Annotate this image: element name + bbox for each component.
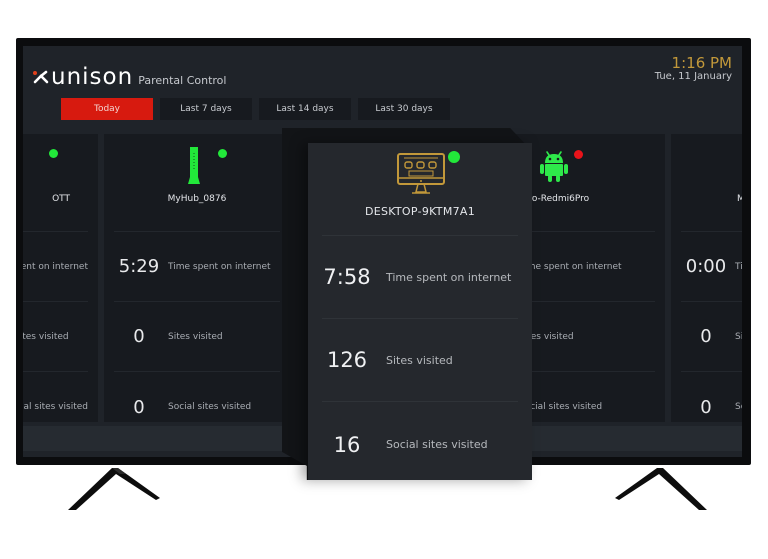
stat-value: 7:58 [323, 265, 371, 289]
stat-value: 0 [700, 326, 712, 347]
stat-label: Social sites visited [168, 402, 252, 412]
device-name: M [737, 194, 742, 204]
stat-time-spent: 0:00 Ti [681, 232, 742, 302]
device-card-myhub[interactable]: MyHub_0876 5:29 Time spent on internet 0… [104, 134, 290, 422]
android-icon [540, 151, 568, 182]
clock-date: Tue, 11 January [654, 71, 732, 82]
logo-container: unison Parental Control [32, 64, 226, 90]
device-name: OTT [52, 194, 70, 204]
brand-name: unison [51, 64, 134, 90]
stat-label: So [735, 402, 742, 412]
date-range-tabs: Today Last 7 days Last 14 days Last 30 d… [61, 98, 450, 120]
logo-x-mark-icon [33, 70, 49, 84]
clock-time: 1:16 PM [671, 54, 732, 72]
status-online-dot [49, 149, 58, 158]
stat-value: 0 [133, 396, 145, 418]
popup-header: DESKTOP-9KTM7A1 [322, 143, 518, 236]
stat-sites-visited: Sites visited [23, 302, 88, 372]
device-card-ott[interactable]: OTT Time spent on internet Sites visited… [23, 134, 98, 422]
stat-label: Sites visited [23, 331, 69, 342]
status-online-dot [218, 149, 227, 158]
stat-sites-visited: 0 Si [681, 302, 742, 372]
stat-time-spent: Time spent on internet [23, 232, 88, 302]
stat-label: Si [735, 331, 742, 342]
stat-value: 0:00 [685, 256, 727, 277]
stat-label: Ti [735, 261, 742, 272]
stat-label: Time spent on internet [23, 261, 88, 272]
tv-stand-right [615, 468, 707, 510]
stat-label: Social sites visited [386, 438, 488, 451]
stat-label: Sites visited [168, 331, 223, 342]
stat-value: 0 [133, 326, 145, 347]
status-offline-dot [574, 150, 583, 159]
stat-value: 126 [326, 348, 368, 372]
device-card-m[interactable]: M 0:00 Ti 0 Si 0 So [671, 134, 742, 422]
tv-stand-left [68, 468, 160, 510]
stat-time-spent: 5:29 Time spent on internet [114, 232, 280, 302]
stat-value: 0 [700, 396, 712, 418]
stat-social-sites: 16 Social sites visited [322, 402, 518, 487]
stat-label: Time spent on internet [386, 270, 512, 284]
status-online-dot [448, 151, 460, 163]
router-icon [188, 147, 200, 184]
stat-label: Sites visited [386, 353, 453, 367]
clock: 1:16 PM Tue, 11 January [655, 54, 732, 82]
tab-last-30-days[interactable]: Last 30 days [358, 98, 450, 120]
stat-label: Social sites visited [23, 402, 88, 412]
device-card-header: M [681, 134, 742, 232]
stat-value: 5:29 [118, 256, 160, 277]
stat-value: 16 [333, 432, 361, 457]
device-card-header: MyHub_0876 [114, 134, 280, 232]
device-card-header: OTT [23, 134, 88, 232]
stat-sites-visited: 126 Sites visited [322, 319, 518, 402]
device-name: MyHub_0876 [167, 194, 227, 204]
app-subtitle: Parental Control [138, 74, 227, 87]
desktop-icon [397, 153, 445, 194]
stat-sites-visited: 0 Sites visited [114, 302, 280, 372]
device-name: DESKTOP-9KTM7A1 [364, 205, 476, 218]
tab-today[interactable]: Today [61, 98, 153, 120]
device-card-desktop-expanded[interactable]: DESKTOP-9KTM7A1 7:58 Time spent on inter… [308, 143, 532, 480]
tab-last-14-days[interactable]: Last 14 days [259, 98, 351, 120]
stat-label: Time spent on internet [168, 261, 271, 272]
stat-time-spent: 7:58 Time spent on internet [322, 236, 518, 319]
stat-label: Time spent on internet [519, 261, 622, 272]
tab-last-7-days[interactable]: Last 7 days [160, 98, 252, 120]
